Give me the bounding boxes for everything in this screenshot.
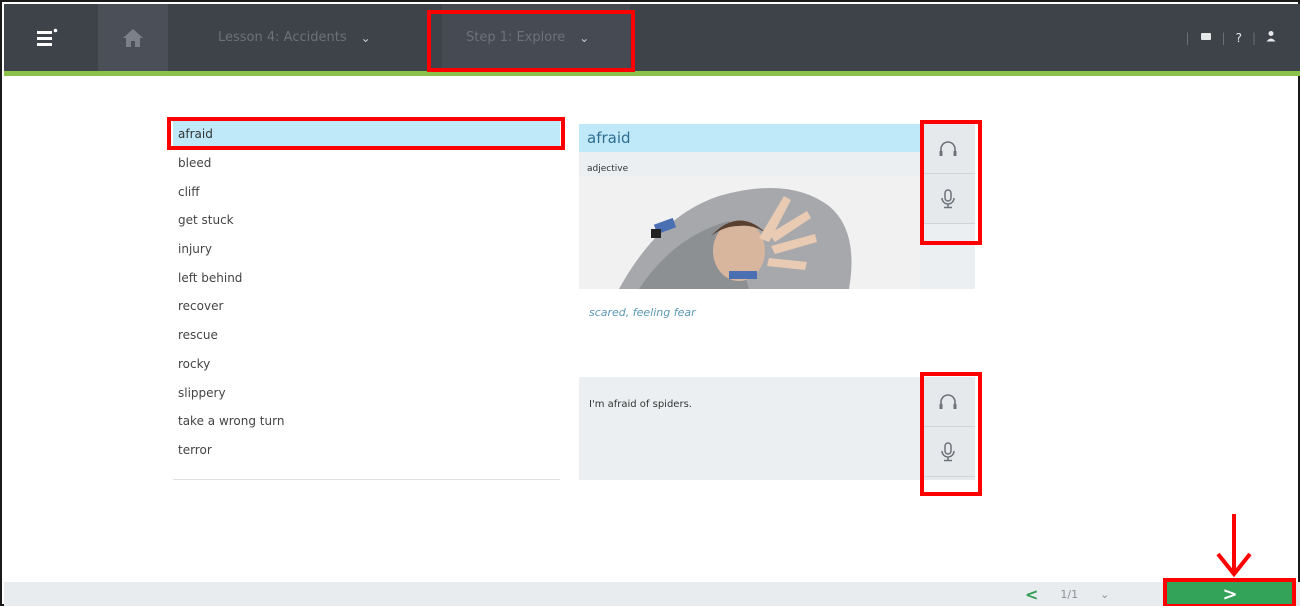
list-item[interactable]: rescue [173, 321, 560, 350]
arrow-down-icon [1216, 514, 1252, 578]
page-indicator[interactable]: 1/1 [1060, 588, 1078, 601]
part-of-speech: adjective [587, 164, 629, 174]
list-item[interactable]: left behind [173, 263, 560, 292]
pager: < 1/1 ⌄ [1025, 582, 1165, 606]
list-item[interactable]: terror [173, 436, 560, 465]
top-right-tools: | | ? | [1185, 4, 1276, 71]
chevron-down-icon: ⌄ [579, 30, 590, 45]
divider: | [1221, 30, 1226, 45]
record-button[interactable] [920, 427, 975, 477]
menu-icon [37, 28, 58, 46]
list-item[interactable]: cliff [173, 177, 560, 206]
top-bar-accent [4, 71, 1300, 76]
chevron-down-icon: ⌄ [360, 30, 371, 45]
word-illustration [579, 176, 920, 289]
step-dropdown-label: Step 1: Explore [466, 30, 566, 45]
next-button[interactable]: > [1167, 582, 1293, 606]
listen-button[interactable] [920, 377, 975, 427]
definition-audio-controls [920, 124, 975, 224]
microphone-icon [940, 188, 955, 208]
headphones-icon [939, 393, 956, 409]
definition-word: afraid [579, 124, 920, 152]
list-item[interactable]: slippery [173, 378, 560, 407]
help-button[interactable]: ? [1236, 31, 1242, 45]
lesson-dropdown-label: Lesson 4: Accidents [218, 30, 347, 45]
previous-button[interactable]: < [1025, 585, 1038, 604]
menu-button[interactable] [14, 4, 80, 71]
top-bar [4, 4, 1300, 71]
list-item[interactable]: get stuck [173, 206, 560, 235]
listen-button[interactable] [920, 124, 975, 174]
step-dropdown[interactable]: Step 1: Explore ⌄ [442, 4, 630, 71]
divider: | [1251, 30, 1256, 45]
home-button[interactable] [98, 4, 168, 71]
example-audio-controls [920, 377, 975, 480]
list-item[interactable]: take a wrong turn [173, 407, 560, 436]
list-item[interactable]: recover [173, 292, 560, 321]
lesson-dropdown[interactable]: Lesson 4: Accidents ⌄ [218, 4, 371, 71]
definition-card: afraid adjective [579, 124, 975, 289]
list-item[interactable]: rocky [173, 350, 560, 379]
app-window: Lesson 4: Accidents ⌄ Step 1: Explore ⌄ … [0, 0, 1300, 606]
list-item[interactable]: injury [173, 235, 560, 264]
chevron-down-icon[interactable]: ⌄ [1100, 588, 1109, 601]
headphones-icon [939, 140, 956, 156]
list-item[interactable]: afraid [173, 120, 560, 149]
microphone-icon [940, 441, 955, 461]
definition-text: scared, feeling fear [589, 306, 696, 319]
record-button[interactable] [920, 174, 975, 224]
user-icon[interactable] [1266, 30, 1276, 45]
chat-icon[interactable] [1200, 31, 1212, 45]
list-item[interactable]: bleed [173, 149, 560, 178]
home-icon [123, 28, 143, 47]
example-sentence: I'm afraid of spiders. [589, 399, 692, 410]
vocabulary-list: afraid bleed cliff get stuck injury left… [173, 120, 560, 480]
divider: | [1185, 30, 1190, 45]
example-card: I'm afraid of spiders. [579, 377, 975, 480]
